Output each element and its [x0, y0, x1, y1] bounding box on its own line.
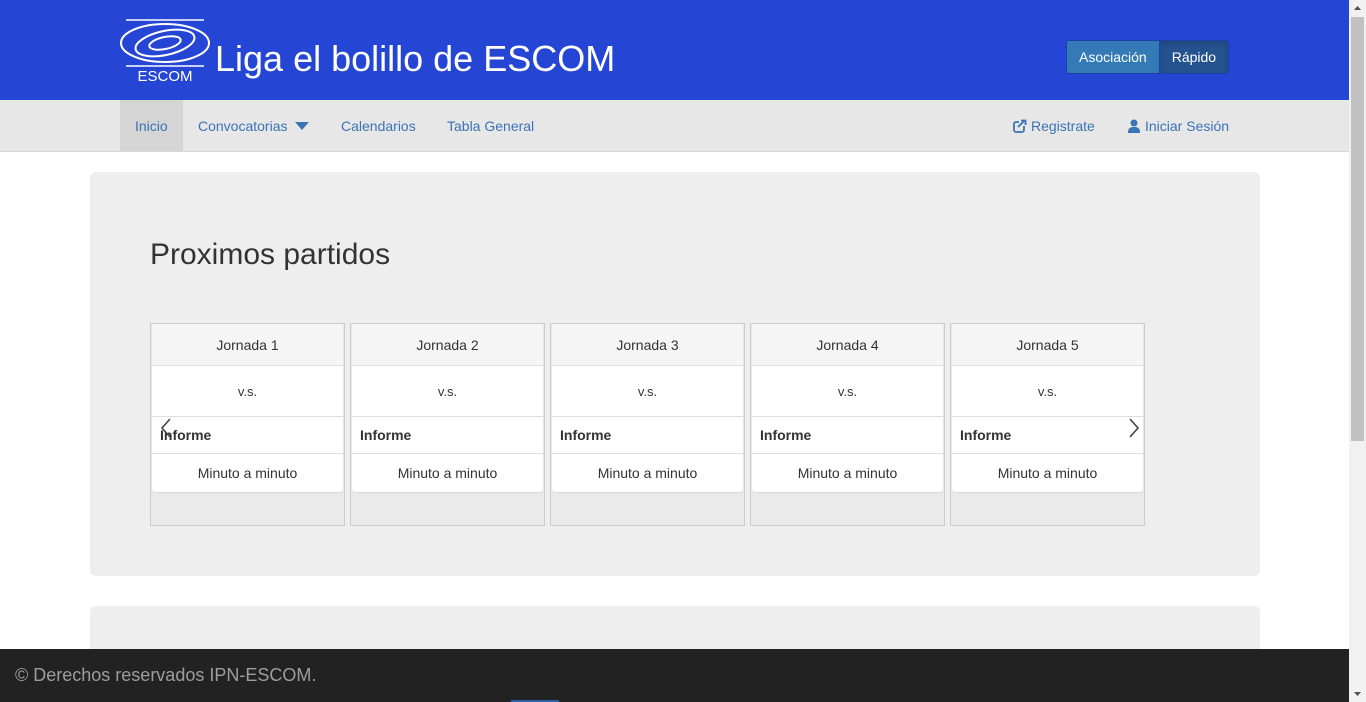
match-informe: Informe — [552, 417, 743, 454]
scroll-up-button[interactable] — [1349, 0, 1366, 17]
site-title[interactable]: Liga el bolillo de ESCOM — [215, 38, 615, 80]
match-jornada: Jornada 3 — [552, 324, 743, 366]
page-scrollbar[interactable] — [1349, 0, 1366, 702]
nav-iniciar-sesion[interactable]: Iniciar Sesión — [1112, 100, 1244, 151]
match-jornada: Jornada 5 — [952, 324, 1143, 366]
match-vs: v.s. — [152, 366, 343, 417]
match-vs: v.s. — [752, 366, 943, 417]
nav-calendarios[interactable]: Calendarios — [326, 100, 431, 151]
nav-calendarios-label: Calendarios — [341, 117, 416, 134]
match-vs: v.s. — [352, 366, 543, 417]
match-card: Jornada 4 v.s. Informe Minuto a minuto — [750, 323, 945, 526]
main-navbar: Inicio Convocatorias Calendarios Tabla G… — [0, 100, 1349, 152]
nav-tabla-general-label: Tabla General — [447, 117, 535, 134]
escom-logo-icon — [120, 19, 210, 67]
match-vs: v.s. — [552, 366, 743, 417]
carousel-prev-button[interactable] — [158, 417, 174, 439]
carousel-next-button[interactable] — [1126, 417, 1142, 439]
chevron-right-icon — [1129, 418, 1140, 438]
minuto-a-minuto-button[interactable]: Minuto a minuto — [752, 454, 943, 491]
match-jornada: Jornada 2 — [352, 324, 543, 366]
minuto-a-minuto-button[interactable]: Minuto a minuto — [352, 454, 543, 491]
match-card: Jornada 3 v.s. Informe Minuto a minuto — [550, 323, 745, 526]
chevron-left-icon — [160, 418, 171, 438]
match-card: Jornada 1 v.s. Informe Minuto a minuto — [150, 323, 345, 526]
match-informe: Informe — [152, 417, 343, 454]
user-icon — [1127, 119, 1141, 133]
nav-convocatorias-label: Convocatorias — [198, 117, 288, 134]
match-card: Jornada 5 v.s. Informe Minuto a minuto — [950, 323, 1145, 526]
match-informe: Informe — [352, 417, 543, 454]
asociacion-button[interactable]: Asociación — [1066, 40, 1160, 74]
page-title: Proximos partidos — [150, 238, 391, 271]
copyright-text: © Derechos reservados IPN-ESCOM. — [15, 665, 317, 685]
minuto-a-minuto-button[interactable]: Minuto a minuto — [152, 454, 343, 491]
scrollbar-thumb[interactable] — [1351, 17, 1364, 441]
site-header: ESCOM Liga el bolillo de ESCOM Asociació… — [0, 0, 1349, 100]
rapido-button[interactable]: Rápido — [1159, 40, 1230, 74]
site-footer: © Derechos reservados IPN-ESCOM. — [0, 649, 1349, 702]
share-square-icon — [1013, 118, 1027, 133]
caret-down-icon — [294, 121, 309, 130]
scroll-down-button[interactable] — [1349, 685, 1366, 702]
nav-convocatorias[interactable]: Convocatorias — [183, 100, 324, 151]
triangle-down-icon — [1354, 692, 1361, 696]
logo-text: ESCOM — [137, 68, 193, 85]
nav-tabla-general[interactable]: Tabla General — [432, 100, 549, 151]
match-jornada: Jornada 4 — [752, 324, 943, 366]
match-jornada: Jornada 1 — [152, 324, 343, 366]
nav-iniciar-sesion-label: Iniciar Sesión — [1145, 117, 1230, 134]
nav-inicio-label: Inicio — [135, 117, 168, 134]
match-card: Jornada 2 v.s. Informe Minuto a minuto — [350, 323, 545, 526]
nav-registrate[interactable]: Registrate — [998, 100, 1110, 151]
triangle-up-icon — [1354, 6, 1361, 10]
minuto-a-minuto-button[interactable]: Minuto a minuto — [952, 454, 1143, 491]
match-informe: Informe — [752, 417, 943, 454]
escom-logo[interactable]: ESCOM — [118, 18, 212, 86]
nav-registrate-label: Registrate — [1031, 117, 1095, 134]
mode-button-group: Asociación Rápido — [1066, 40, 1230, 74]
nav-inicio[interactable]: Inicio — [120, 100, 183, 151]
match-vs: v.s. — [952, 366, 1143, 417]
match-informe: Informe — [952, 417, 1143, 454]
minuto-a-minuto-button[interactable]: Minuto a minuto — [552, 454, 743, 491]
